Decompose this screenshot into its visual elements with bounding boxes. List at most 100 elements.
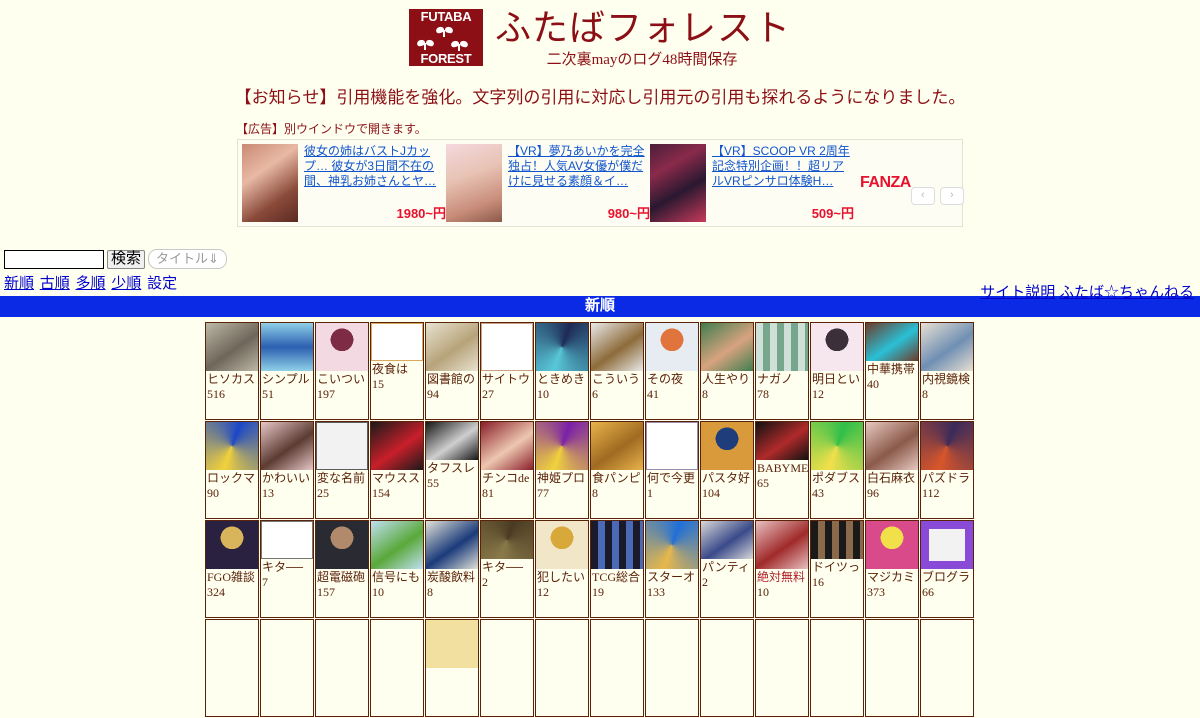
thread-title[interactable]: 何で今更 <box>646 470 698 485</box>
ad-thumbnail[interactable] <box>650 144 706 222</box>
thread-thumbnail[interactable] <box>921 620 973 668</box>
thread-cell[interactable]: ドイツっ 16 <box>810 520 864 618</box>
thread-cell[interactable] <box>810 619 864 717</box>
thread-thumbnail[interactable] <box>811 323 863 371</box>
thread-cell[interactable] <box>425 619 479 717</box>
ad-prev-button[interactable]: ‹ <box>910 187 935 205</box>
thread-cell[interactable]: 変な名前 25 <box>315 421 369 519</box>
thread-thumbnail[interactable] <box>591 521 643 569</box>
thread-cell[interactable]: こういう 6 <box>590 322 644 420</box>
thread-cell[interactable]: ロックマ 90 <box>205 421 259 519</box>
thread-cell[interactable] <box>920 619 974 717</box>
thread-thumbnail[interactable] <box>701 323 753 371</box>
thread-title[interactable]: パズドラ <box>921 470 973 485</box>
thread-thumbnail[interactable] <box>921 422 973 470</box>
thread-thumbnail[interactable] <box>371 620 423 668</box>
thread-cell[interactable]: パスタ好 104 <box>700 421 754 519</box>
thread-thumbnail[interactable] <box>591 620 643 668</box>
thread-cell[interactable] <box>315 619 369 717</box>
link-site-description[interactable]: サイト説明 <box>980 285 1055 301</box>
thread-thumbnail[interactable] <box>536 620 588 668</box>
thread-cell[interactable] <box>260 619 314 717</box>
ad-thumbnail[interactable] <box>446 144 502 222</box>
thread-title[interactable]: スターオ <box>646 569 698 584</box>
thread-thumbnail[interactable] <box>701 422 753 470</box>
thread-thumbnail[interactable] <box>316 620 368 668</box>
thread-cell[interactable]: ときめき 10 <box>535 322 589 420</box>
nav-link-oldest[interactable]: 古順 <box>40 276 70 292</box>
ad-link[interactable]: 【VR】夢乃あいかを完全独占！人気AV女優が僕だけに見せる素顔＆イ… <box>508 144 650 189</box>
thread-cell[interactable]: 中華携帯 40 <box>865 322 919 420</box>
ad-thumbnail[interactable] <box>242 144 298 222</box>
thread-title[interactable]: シンプル <box>261 371 313 386</box>
thread-thumbnail[interactable] <box>756 521 808 569</box>
thread-cell[interactable]: 何で今更 1 <box>645 421 699 519</box>
thread-title[interactable]: ナガノ <box>756 371 808 386</box>
thread-title[interactable]: 白石麻衣 <box>866 470 918 485</box>
thread-title[interactable]: タフスレ <box>426 460 478 475</box>
thread-thumbnail[interactable] <box>811 620 863 668</box>
thread-thumbnail[interactable] <box>206 620 258 668</box>
thread-thumbnail[interactable] <box>811 521 863 559</box>
thread-cell[interactable] <box>865 619 919 717</box>
thread-thumbnail[interactable] <box>426 323 478 371</box>
thread-title[interactable]: 明日とい <box>811 371 863 386</box>
thread-cell[interactable] <box>700 619 754 717</box>
thread-cell[interactable]: 神姫プロ 77 <box>535 421 589 519</box>
thread-cell[interactable]: パズドラ 112 <box>920 421 974 519</box>
thread-title[interactable]: 神姫プロ <box>536 470 588 485</box>
thread-title[interactable]: ブログラ <box>921 569 973 584</box>
thread-title[interactable]: 信号にも <box>371 569 423 584</box>
nav-link-most[interactable]: 多順 <box>76 276 106 292</box>
thread-title[interactable]: 犯したい <box>536 569 588 584</box>
thread-thumbnail[interactable] <box>756 323 808 371</box>
thread-cell[interactable]: 食パンピ 8 <box>590 421 644 519</box>
thread-thumbnail[interactable] <box>756 620 808 668</box>
thread-thumbnail[interactable] <box>646 521 698 569</box>
thread-cell[interactable]: タフスレ 55 <box>425 421 479 519</box>
thread-cell[interactable]: パンティ 2 <box>700 520 754 618</box>
thread-title[interactable]: マウスス <box>371 470 423 485</box>
thread-title[interactable]: サイトウ <box>481 371 533 386</box>
thread-title[interactable]: キタ── <box>261 559 313 574</box>
thread-thumbnail[interactable] <box>646 620 698 668</box>
thread-thumbnail[interactable] <box>481 422 533 470</box>
thread-title[interactable]: パンティ <box>701 559 753 574</box>
thread-thumbnail[interactable] <box>481 521 533 559</box>
thread-thumbnail[interactable] <box>206 422 258 470</box>
thread-cell[interactable]: キタ── 7 <box>260 520 314 618</box>
thread-cell[interactable]: サイトウ 27 <box>480 322 534 420</box>
thread-cell[interactable] <box>645 619 699 717</box>
thread-title[interactable]: ドイツっ <box>811 559 863 574</box>
thread-cell[interactable] <box>370 619 424 717</box>
nav-link-settings[interactable]: 設定 <box>147 276 177 292</box>
thread-thumbnail[interactable] <box>756 422 808 460</box>
thread-title[interactable]: マジカミ <box>866 569 918 584</box>
thread-thumbnail[interactable] <box>206 323 258 371</box>
thread-thumbnail[interactable] <box>206 521 258 569</box>
ad-item[interactable]: 【VR】夢乃あいかを完全独占！人気AV女優が僕だけに見せる素顔＆イ… 980~円 <box>446 144 650 222</box>
thread-thumbnail[interactable] <box>371 521 423 569</box>
thread-cell[interactable]: 絶対無料 10 <box>755 520 809 618</box>
thread-cell[interactable]: マウスス 154 <box>370 421 424 519</box>
thread-title[interactable]: その夜 <box>646 371 698 386</box>
thread-thumbnail[interactable] <box>866 620 918 668</box>
thread-cell[interactable]: こいつい 197 <box>315 322 369 420</box>
thread-title[interactable]: ロックマ <box>206 470 258 485</box>
thread-thumbnail[interactable] <box>866 521 918 569</box>
thread-thumbnail[interactable] <box>481 323 533 371</box>
thread-title[interactable]: 人生やり <box>701 371 753 386</box>
thread-cell[interactable]: ブログラ 66 <box>920 520 974 618</box>
thread-thumbnail[interactable] <box>261 521 313 559</box>
thread-thumbnail[interactable] <box>701 620 753 668</box>
thread-cell[interactable]: 信号にも 10 <box>370 520 424 618</box>
thread-cell[interactable] <box>590 619 644 717</box>
thread-title[interactable]: パスタ好 <box>701 470 753 485</box>
search-input[interactable] <box>4 249 104 269</box>
search-button[interactable]: 検索 <box>107 249 146 269</box>
thread-title[interactable]: 超電磁砲 <box>316 569 368 584</box>
thread-thumbnail[interactable] <box>371 422 423 470</box>
thread-title[interactable]: ときめき <box>536 371 588 386</box>
ad-link[interactable]: 彼女の姉はバストJカップ… 彼女が3日間不在の間、神乳お姉さんとヤ… <box>304 144 446 189</box>
thread-title[interactable]: ヒソカス <box>206 371 258 386</box>
